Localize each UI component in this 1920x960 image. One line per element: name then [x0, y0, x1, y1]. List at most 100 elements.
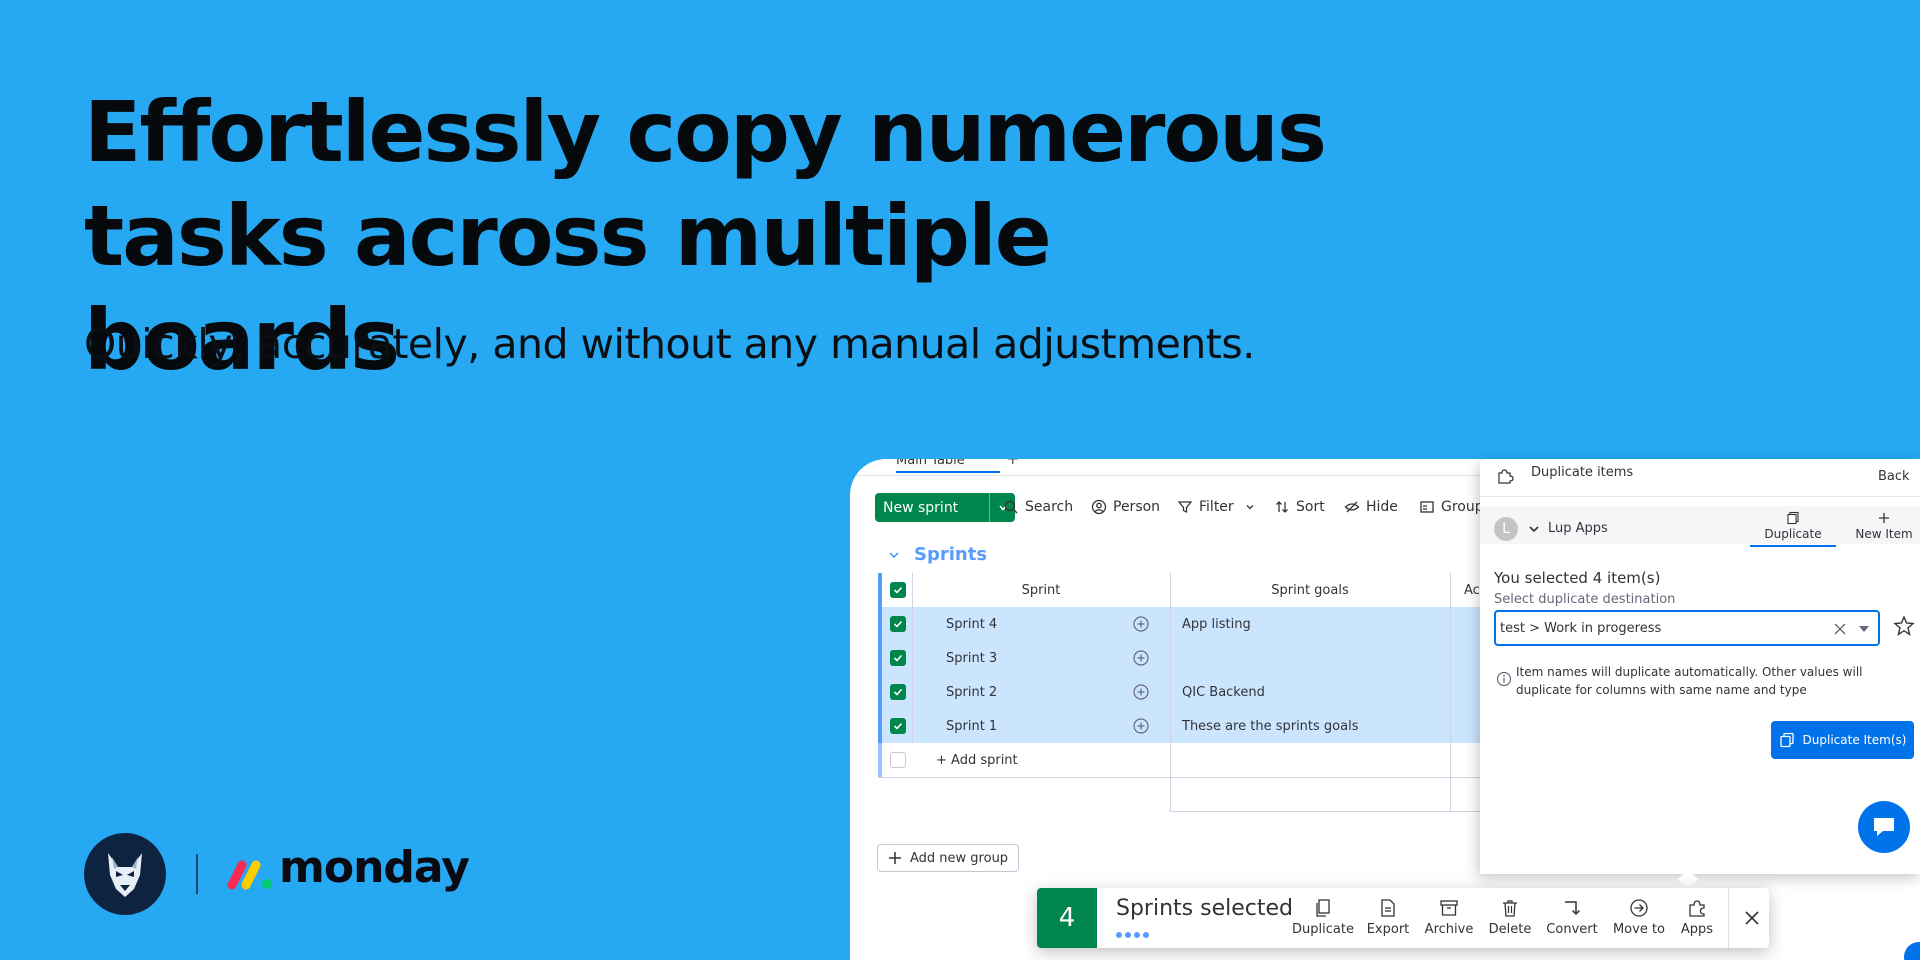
row-goal[interactable]: These are the sprints goals: [1182, 719, 1358, 734]
duplicate-panel: Duplicate items Back L Lup Apps Duplicat…: [1480, 459, 1920, 874]
row-goal[interactable]: App listing: [1182, 617, 1251, 632]
info-icon: [1496, 671, 1512, 687]
avatar: L: [1494, 517, 1518, 541]
account-name: Lup Apps: [1548, 521, 1608, 536]
star-icon[interactable]: [1893, 615, 1915, 637]
row-checkbox[interactable]: [890, 752, 906, 768]
duplicate-items-label: Duplicate Item(s): [1802, 733, 1907, 747]
add-update-icon[interactable]: [1132, 649, 1150, 667]
copy-icon: [1787, 511, 1799, 525]
back-button[interactable]: Back: [1878, 469, 1910, 484]
grid-line: [1450, 573, 1451, 811]
destination-select[interactable]: test > Work in progeress: [1494, 610, 1880, 646]
action-label: Archive: [1424, 922, 1474, 937]
group-title[interactable]: Sprints: [888, 544, 987, 565]
column-header-sprint[interactable]: Sprint: [912, 583, 1170, 598]
tab-new-item-label: New Item: [1855, 527, 1913, 541]
add-update-icon[interactable]: [1132, 683, 1150, 701]
action-duplicate[interactable]: Duplicate: [1292, 898, 1354, 937]
add-update-icon[interactable]: [1132, 717, 1150, 735]
hide-tool[interactable]: Hide: [1344, 499, 1398, 515]
duplicate-items-button[interactable]: Duplicate Item(s): [1771, 721, 1914, 759]
bulk-action-bar: 4 Sprints selected Duplicate Export Arch…: [1037, 888, 1769, 948]
person-icon: [1091, 499, 1107, 515]
copy-icon: [1316, 899, 1330, 917]
hide-label: Hide: [1366, 499, 1398, 515]
action-archive[interactable]: Archive: [1421, 898, 1477, 937]
action-label: Convert: [1546, 922, 1598, 937]
column-header-goals[interactable]: Sprint goals: [1170, 583, 1450, 598]
row-name[interactable]: Sprint 4: [946, 617, 997, 632]
grid-line: [912, 573, 913, 743]
tab-new-item[interactable]: New Item: [1851, 511, 1917, 541]
column-header-actions[interactable]: Ac: [1464, 583, 1480, 598]
panel-title: Duplicate items: [1531, 465, 1634, 480]
group-color-bar: [878, 709, 882, 743]
filter-tool[interactable]: Filter: [1177, 499, 1256, 515]
account-selector[interactable]: Lup Apps: [1528, 521, 1608, 536]
action-delete[interactable]: Delete: [1485, 898, 1535, 937]
action-label: Export: [1366, 922, 1410, 937]
tab-duplicate[interactable]: Duplicate: [1750, 511, 1836, 547]
wolf-logo: [84, 833, 166, 915]
chat-button[interactable]: [1858, 801, 1910, 853]
action-apps[interactable]: Apps: [1675, 898, 1719, 937]
action-export[interactable]: Export: [1361, 898, 1415, 937]
chevron-down-icon[interactable]: [1244, 501, 1256, 513]
add-group-button[interactable]: Add new group: [877, 844, 1020, 872]
trash-icon: [1503, 900, 1517, 917]
selected-dots: [1116, 932, 1149, 938]
monday-logo-icon: [227, 860, 272, 890]
sort-label: Sort: [1296, 499, 1325, 515]
group-tool[interactable]: Group: [1419, 499, 1484, 515]
close-icon[interactable]: [1741, 907, 1763, 929]
panel-header: Duplicate items Back: [1480, 459, 1920, 497]
hero-subline: Quickly, accurately, and without any man…: [84, 320, 1255, 368]
row-name[interactable]: Sprint 2: [946, 685, 997, 700]
new-sprint-label: New sprint: [883, 499, 959, 516]
chat-icon: [1874, 818, 1894, 836]
search-label: Search: [1025, 499, 1074, 515]
group-label: Group: [1441, 499, 1484, 515]
row-name[interactable]: Sprint 3: [946, 651, 997, 666]
row-checkbox[interactable]: [890, 718, 906, 734]
search-icon: [1004, 500, 1018, 514]
clear-icon[interactable]: [1834, 623, 1846, 635]
action-label: Delete: [1488, 922, 1532, 937]
row-name[interactable]: Sprint 1: [946, 719, 997, 734]
chevron-down-icon: [1529, 525, 1539, 532]
row-checkbox[interactable]: [890, 650, 906, 666]
selected-count-badge: 4: [1037, 888, 1097, 948]
action-label: Move to: [1612, 922, 1666, 937]
new-sprint-button[interactable]: New sprint: [875, 493, 1015, 522]
puzzle-icon: [1498, 469, 1514, 484]
group-color-bar: [878, 675, 882, 709]
plus-icon: [889, 852, 901, 864]
group-color-bar: [878, 641, 882, 675]
destination-label: Select duplicate destination: [1494, 592, 1676, 607]
selected-count: You selected 4 item(s): [1494, 569, 1661, 587]
search-tool[interactable]: Search: [1003, 499, 1073, 515]
row-checkbox[interactable]: [890, 616, 906, 632]
action-convert[interactable]: Convert: [1542, 898, 1602, 937]
action-move-to[interactable]: Move to: [1609, 898, 1669, 937]
person-tool[interactable]: Person: [1091, 499, 1160, 515]
export-icon: [1381, 899, 1395, 917]
monday-wordmark: monday: [279, 842, 470, 893]
row-checkbox[interactable]: [890, 684, 906, 700]
plus-icon: [1879, 513, 1889, 523]
select-all-checkbox[interactable]: [890, 582, 906, 598]
tab-main-table[interactable]: Main Table: [896, 459, 1000, 473]
arrow-right-circle-icon: [1630, 899, 1648, 917]
row-goal[interactable]: QIC Backend: [1182, 685, 1265, 700]
grid-line: [1170, 573, 1171, 811]
add-sprint-label[interactable]: + Add sprint: [936, 753, 1018, 768]
add-tab-button[interactable]: +: [1006, 459, 1019, 468]
sort-tool[interactable]: Sort: [1274, 499, 1325, 515]
copy-icon: [1779, 732, 1794, 748]
selected-label: Sprints selected: [1116, 896, 1293, 921]
caret-down-icon[interactable]: [1858, 624, 1870, 634]
action-label: Apps: [1680, 922, 1714, 937]
chevron-down-icon[interactable]: [888, 549, 900, 561]
add-update-icon[interactable]: [1132, 615, 1150, 633]
